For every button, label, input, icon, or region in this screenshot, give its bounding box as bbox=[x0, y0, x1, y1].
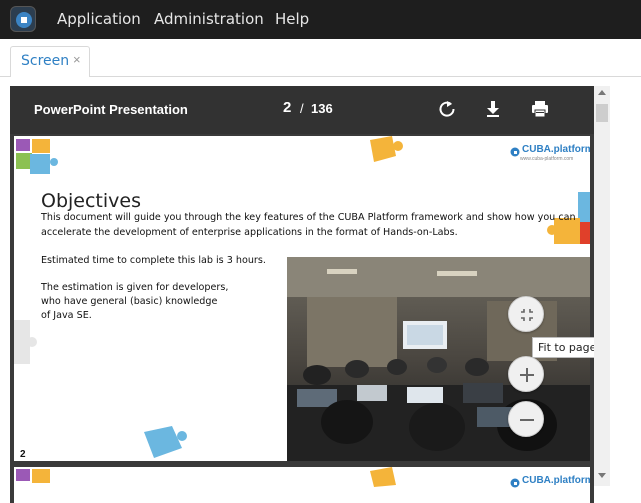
zoom-tooltip: Fit to page bbox=[532, 337, 603, 358]
fit-to-page-button[interactable] bbox=[508, 296, 544, 332]
tab-close-icon[interactable]: × bbox=[73, 52, 81, 67]
rotate-icon[interactable] bbox=[436, 98, 458, 120]
slide-paragraph: who have general (basic) knowledge bbox=[41, 296, 218, 307]
document-viewer: PowerPoint Presentation 2 / 136 CUBA.pla… bbox=[10, 86, 594, 503]
document-title: PowerPoint Presentation bbox=[34, 102, 188, 117]
plus-icon bbox=[520, 368, 534, 382]
current-page: 2 bbox=[283, 99, 292, 116]
slide-paragraph: accelerate the development of enterprise… bbox=[41, 227, 458, 238]
minus-icon bbox=[520, 419, 534, 421]
scroll-down-icon[interactable] bbox=[598, 473, 606, 478]
scroll-up-icon[interactable] bbox=[598, 90, 606, 95]
puzzle-decoration bbox=[16, 139, 58, 174]
brand-url: www.cuba-platform.com bbox=[520, 156, 574, 162]
cuba-logo-icon bbox=[510, 144, 520, 157]
puzzle-decoration bbox=[144, 426, 187, 458]
tab-label: Screen bbox=[21, 53, 70, 69]
slide-paragraph: of Java SE. bbox=[41, 310, 92, 321]
slide-paragraph: This document will guide you through the… bbox=[41, 212, 576, 223]
vertical-scrollbar[interactable] bbox=[594, 86, 610, 486]
page-separator: / bbox=[300, 101, 304, 116]
puzzle-decoration bbox=[14, 320, 37, 364]
tab-strip: Screen × bbox=[0, 39, 641, 77]
cuba-logo-icon bbox=[510, 475, 520, 488]
puzzle-decoration bbox=[16, 469, 50, 483]
app-logo-icon[interactable] bbox=[10, 6, 36, 32]
next-slide-page: CUBA.platform bbox=[14, 467, 590, 503]
brand-name: CUBA.platform bbox=[522, 144, 590, 155]
puzzle-decoration bbox=[370, 136, 403, 162]
tab-screen[interactable]: Screen × bbox=[10, 46, 90, 77]
top-menu-bar: Application Administration Help bbox=[0, 0, 641, 39]
menu-administration[interactable]: Administration bbox=[154, 10, 264, 28]
slide-heading: Objectives bbox=[41, 190, 141, 212]
brand-name: CUBA.platform bbox=[522, 475, 590, 486]
menu-help[interactable]: Help bbox=[275, 10, 309, 28]
slide-page: CUBA.platform www.cuba-platform.com Obje… bbox=[14, 136, 590, 461]
zoom-in-button[interactable] bbox=[508, 356, 544, 392]
slide-paragraph: Estimated time to complete this lab is 3… bbox=[41, 255, 266, 266]
slide-page-number: 2 bbox=[20, 449, 26, 460]
zoom-out-button[interactable] bbox=[508, 401, 544, 437]
viewer-toolbar: PowerPoint Presentation 2 / 136 bbox=[10, 86, 594, 134]
download-icon[interactable] bbox=[482, 98, 504, 120]
total-pages: 136 bbox=[311, 101, 333, 116]
print-icon[interactable] bbox=[529, 98, 551, 120]
slide-paragraph: The estimation is given for developers, bbox=[41, 282, 229, 293]
fit-to-page-icon bbox=[521, 309, 533, 321]
menu-application[interactable]: Application bbox=[57, 10, 141, 28]
puzzle-decoration bbox=[370, 467, 396, 487]
scrollbar-thumb[interactable] bbox=[596, 104, 608, 122]
